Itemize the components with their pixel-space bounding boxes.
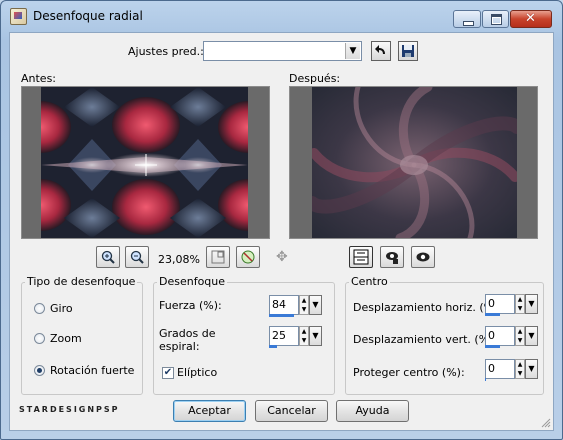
zoom-level: 23,08% xyxy=(158,253,200,266)
undo-arrow-icon xyxy=(375,45,385,54)
hshift-input[interactable]: 0 xyxy=(485,294,515,314)
floppy-disk-icon xyxy=(402,45,414,57)
proof-button[interactable] xyxy=(411,246,435,268)
preview-toggle-button[interactable] xyxy=(349,246,373,268)
radio-rotacion-fuerte-label[interactable]: Rotación fuerte xyxy=(50,364,134,377)
strength-slider[interactable] xyxy=(269,314,294,317)
strength-input[interactable]: 84 xyxy=(269,295,299,315)
elliptic-label[interactable]: Elíptico xyxy=(177,366,217,379)
zoom-fit-button[interactable] xyxy=(236,246,260,268)
before-preview-image xyxy=(22,87,269,238)
radio-zoom[interactable] xyxy=(34,333,45,344)
blur-title: Desenfoque xyxy=(157,275,228,288)
maximize-icon xyxy=(491,14,502,25)
close-icon: ✕ xyxy=(525,11,536,26)
window-title: Desenfoque radial xyxy=(33,9,143,23)
cancel-button[interactable]: Cancelar xyxy=(255,400,328,422)
eye-icon xyxy=(416,252,430,262)
actual-size-icon xyxy=(211,250,225,264)
brand-watermark: STARDESIGNPSP xyxy=(19,405,120,414)
radio-giro-label[interactable]: Giro xyxy=(50,302,73,315)
center-title: Centro xyxy=(349,275,390,288)
after-preview[interactable] xyxy=(289,86,538,239)
strength-dropdown[interactable]: ▼ xyxy=(309,295,322,315)
dialog-window: Desenfoque radial ✕ Ajustes pred.: ▼ Ant… xyxy=(0,0,563,440)
vshift-label: Desplazamiento vert. (%): xyxy=(353,333,498,346)
spiral-input[interactable]: 25 xyxy=(269,326,299,346)
after-label: Después: xyxy=(289,72,341,85)
strength-label: Fuerza (%): xyxy=(159,299,222,312)
strength-stepper[interactable]: 84 ▲ ▼ ▼ xyxy=(269,295,322,317)
zoom-out-button[interactable] xyxy=(125,246,149,268)
protect-spin-arrows[interactable]: ▲ ▼ xyxy=(515,359,525,379)
dialog-body: Ajustes pred.: ▼ Antes: Después: 23,08% … xyxy=(9,32,554,431)
minimize-button[interactable] xyxy=(453,10,481,28)
zoom-100-button[interactable] xyxy=(206,246,230,268)
save-preset-button[interactable] xyxy=(398,41,418,61)
spiral-stepper[interactable]: 25 ▲ ▼ ▼ xyxy=(269,326,322,348)
presets-combo[interactable]: ▼ xyxy=(203,41,362,61)
after-preview-image xyxy=(290,87,537,238)
app-icon xyxy=(10,8,27,25)
reset-preset-button[interactable] xyxy=(371,41,391,61)
zoom-out-icon xyxy=(130,250,144,264)
vshift-dropdown[interactable]: ▼ xyxy=(525,326,538,346)
radio-zoom-label[interactable]: Zoom xyxy=(50,332,82,345)
protect-label: Proteger centro (%): xyxy=(353,366,465,379)
split-preview-icon xyxy=(353,249,369,265)
title-bar[interactable]: Desenfoque radial ✕ xyxy=(1,1,562,31)
spiral-label-line2: espiral: xyxy=(159,340,200,353)
elliptic-checkbox[interactable]: ✔ xyxy=(162,367,174,379)
auto-proof-button[interactable] xyxy=(380,246,404,268)
presets-label: Ajustes pred.: xyxy=(128,45,204,58)
maximize-button[interactable] xyxy=(482,10,509,28)
radio-giro[interactable] xyxy=(34,303,45,314)
pan-icon[interactable]: ✥ xyxy=(276,249,288,265)
vshift-slider[interactable] xyxy=(485,345,500,348)
spiral-label-line1: Grados de xyxy=(159,327,216,340)
blur-type-title: Tipo de desenfoque xyxy=(25,275,138,288)
protect-slider[interactable] xyxy=(485,378,486,381)
ok-button[interactable]: Aceptar xyxy=(173,400,246,422)
radio-rotacion-fuerte[interactable] xyxy=(34,365,45,376)
vshift-stepper[interactable]: 0 ▲ ▼ ▼ xyxy=(485,326,538,348)
hshift-spin-arrows[interactable]: ▲ ▼ xyxy=(515,294,525,314)
resize-grip-icon[interactable] xyxy=(541,418,551,428)
spiral-spin-arrows[interactable]: ▲ ▼ xyxy=(299,326,309,346)
spiral-dropdown[interactable]: ▼ xyxy=(309,326,322,346)
protect-dropdown[interactable]: ▼ xyxy=(525,359,538,379)
hshift-label: Desplazamiento horiz. (%): xyxy=(353,301,503,314)
spiral-slider[interactable] xyxy=(269,345,277,348)
hshift-dropdown[interactable]: ▼ xyxy=(525,294,538,314)
protect-input[interactable]: 0 xyxy=(485,359,515,379)
eye-lock-icon xyxy=(386,252,398,264)
minimize-icon xyxy=(463,21,474,26)
zoom-in-icon xyxy=(101,250,115,264)
protect-stepper[interactable]: 0 ▲ ▼ ▼ xyxy=(485,359,538,381)
strength-spin-arrows[interactable]: ▲ ▼ xyxy=(299,295,309,315)
hshift-stepper[interactable]: 0 ▲ ▼ ▼ xyxy=(485,294,538,316)
before-preview[interactable] xyxy=(21,86,270,239)
fit-window-icon xyxy=(241,250,255,264)
vshift-spin-arrows[interactable]: ▲ ▼ xyxy=(515,326,525,346)
vshift-input[interactable]: 0 xyxy=(485,326,515,346)
chevron-down-icon[interactable]: ▼ xyxy=(345,43,360,59)
zoom-in-button[interactable] xyxy=(96,246,120,268)
help-button[interactable]: Ayuda xyxy=(336,400,409,422)
hshift-slider[interactable] xyxy=(485,313,500,316)
close-button[interactable]: ✕ xyxy=(510,10,552,28)
before-label: Antes: xyxy=(21,72,57,85)
